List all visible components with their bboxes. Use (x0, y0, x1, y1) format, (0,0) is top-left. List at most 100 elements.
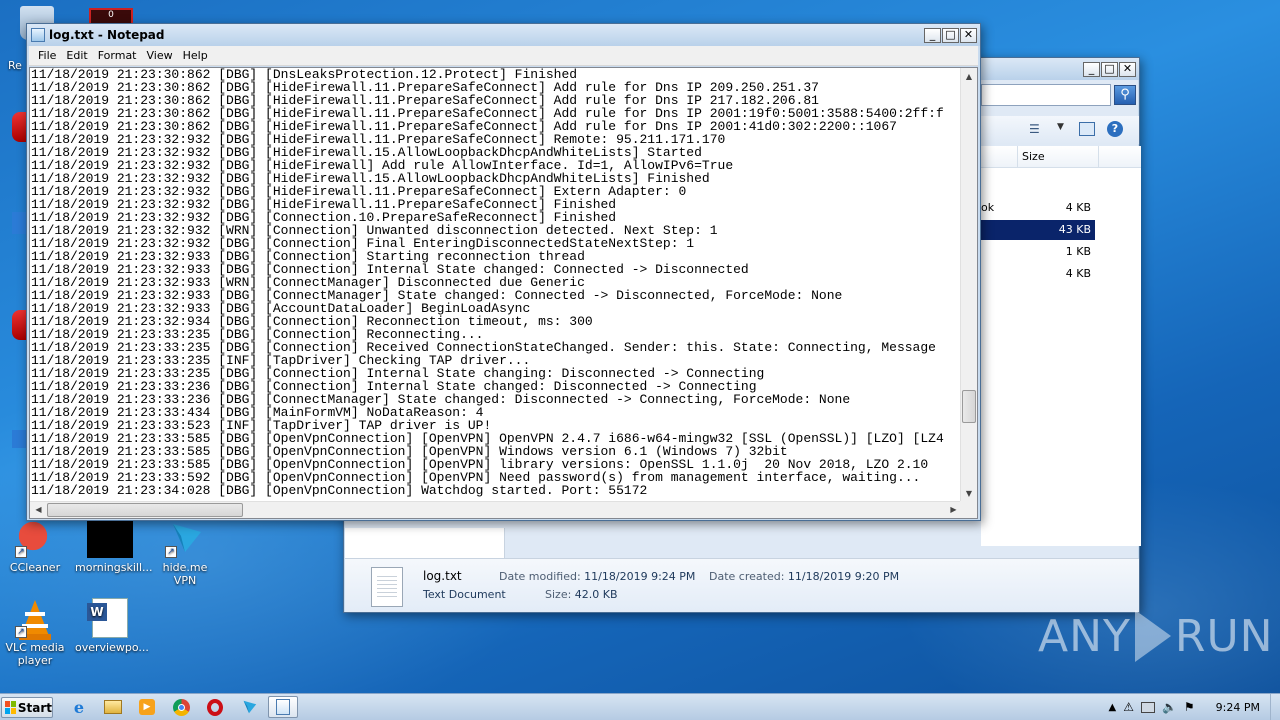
notepad-window[interactable]: log.txt - Notepad _ □ ✕ File Edit Format… (26, 23, 981, 521)
details-size-value: 42.0 KB (574, 588, 618, 601)
menu-file[interactable]: File (33, 49, 61, 62)
file-size: 4 KB (1065, 201, 1091, 214)
partial-app-icon[interactable] (12, 430, 26, 448)
file-row[interactable]: 4 KB (981, 264, 1095, 284)
file-size: 1 KB (1065, 245, 1091, 258)
shortcut-arrow-icon: ↗ (15, 546, 27, 558)
watermark-text-left: ANY (1038, 610, 1131, 662)
minimize-button[interactable]: _ (1083, 61, 1100, 77)
desktop-icon-vlc[interactable]: ↗ VLC media player (0, 598, 70, 667)
explorer-toolbar: ☰ ▼ ? (981, 116, 1139, 144)
partial-app-icon[interactable] (12, 310, 26, 340)
minimize-button[interactable]: _ (924, 27, 941, 43)
file-row[interactable]: 1 KB (981, 242, 1095, 262)
log-line: 11/18/2019 21:23:34:028 [DBG] [OpenVpnCo… (31, 483, 648, 498)
start-button[interactable]: Start (1, 697, 53, 718)
menu-format[interactable]: Format (93, 49, 142, 62)
search-box[interactable] (981, 84, 1111, 106)
black-thumbnail-icon (87, 518, 133, 558)
media-player-icon[interactable]: ▶ (132, 696, 162, 718)
details-filename: log.txt (423, 569, 462, 583)
opera-icon[interactable] (200, 696, 230, 718)
notepad-icon[interactable] (268, 696, 298, 718)
search-icon[interactable]: ⚲ (1114, 85, 1136, 105)
horizontal-scroll-thumb[interactable] (47, 503, 243, 517)
chevron-up-icon[interactable]: ▲ (1108, 702, 1116, 713)
desktop-icon-label: VLC media player (5, 641, 65, 667)
action-center-flag-icon[interactable]: ⚑ (1184, 700, 1195, 714)
partial-app-icon[interactable] (12, 112, 26, 142)
log-text-area[interactable]: 11/18/2019 21:23:30:862 [DBG] [DnsLeaksP… (30, 68, 962, 502)
column-header-size[interactable]: Size (1022, 150, 1045, 163)
network-icon[interactable] (1140, 701, 1155, 713)
horizontal-scrollbar[interactable]: ◀ ▶ (30, 501, 962, 518)
desktop-icon-hideme-vpn[interactable]: ↗ hide.me VPN (150, 518, 220, 587)
file-size: 43 KB (1058, 223, 1091, 236)
details-date-modified-label: Date modified: (499, 570, 581, 583)
desktop-icon-ccleaner[interactable]: ↗ CCleaner (0, 518, 70, 574)
window-title: log.txt - Notepad (49, 28, 165, 42)
chevron-down-icon[interactable]: ▼ (1057, 122, 1064, 132)
network-warning-icon[interactable]: ⚠ (1123, 700, 1134, 714)
shortcut-arrow-icon: ↗ (165, 546, 177, 558)
file-name: ok (981, 201, 995, 214)
file-list-header: Size (981, 146, 1141, 168)
details-pane: log.txt Text Document Date modified: 11/… (345, 558, 1139, 612)
anyrun-watermark: ANY RUN (1038, 610, 1274, 662)
volume-icon[interactable]: 🔈 (1162, 700, 1177, 714)
file-explorer-icon[interactable] (98, 696, 128, 718)
column-separator (1017, 146, 1018, 168)
file-row-selected[interactable]: 43 KB (981, 220, 1095, 240)
show-desktop-button[interactable] (1270, 694, 1280, 720)
preview-pane-icon[interactable] (1079, 122, 1095, 136)
desktop-icon-label: CCleaner (9, 561, 61, 574)
play-logo-icon (1134, 610, 1171, 662)
taskbar: Start e ▶ ▲ ⚠ 🔈 ⚑ 9:24 PM (0, 693, 1280, 720)
start-label: Start (17, 700, 52, 715)
scroll-down-icon[interactable]: ▼ (961, 485, 977, 502)
desktop-label-partial: Re (8, 59, 22, 72)
navigation-pane[interactable] (345, 528, 505, 558)
details-date-created-value: 11/18/2019 9:20 PM (787, 570, 900, 583)
desktop-icon-label: overviewpo... (75, 641, 149, 654)
text-editor[interactable]: 11/18/2019 21:23:30:862 [DBG] [DnsLeaksP… (29, 67, 978, 519)
notepad-icon (31, 28, 45, 42)
partial-app-icon[interactable] (12, 212, 26, 234)
desktop-icon-overviewpo[interactable]: W overviewpo... (75, 598, 149, 654)
chrome-icon[interactable] (166, 696, 196, 718)
hideme-vpn-icon[interactable] (234, 696, 264, 718)
vertical-scroll-thumb[interactable] (962, 390, 976, 423)
help-icon[interactable]: ? (1107, 121, 1123, 137)
clock[interactable]: 9:24 PM (1216, 701, 1260, 714)
close-button[interactable]: ✕ (960, 27, 977, 43)
system-tray: ▲ ⚠ 🔈 ⚑ 9:24 PM (1108, 694, 1280, 720)
watermark-text-right: RUN (1174, 610, 1274, 662)
resize-grip-icon[interactable] (960, 501, 977, 518)
details-date-created: Date created: 11/18/2019 9:20 PM (709, 570, 899, 583)
details-type: Text Document (423, 588, 506, 601)
maximize-button[interactable]: □ (1101, 61, 1118, 77)
desktop-icon-label: hide.me VPN (162, 561, 208, 587)
maximize-button[interactable]: □ (942, 27, 959, 43)
vertical-scrollbar[interactable]: ▲ ▼ (960, 68, 977, 502)
menu-view[interactable]: View (142, 49, 178, 62)
details-date-modified: Date modified: 11/18/2019 9:24 PM (499, 570, 695, 583)
file-size: 4 KB (1065, 267, 1091, 280)
scroll-left-icon[interactable]: ◀ (30, 502, 47, 518)
details-date-created-label: Date created: (709, 570, 785, 583)
menu-edit[interactable]: Edit (61, 49, 92, 62)
menu-bar: File Edit Format View Help (29, 46, 978, 66)
view-options-icon[interactable]: ☰ (1029, 122, 1040, 136)
desktop-icon-label: morningskill... (75, 561, 153, 574)
close-button[interactable]: ✕ (1119, 61, 1136, 77)
file-row[interactable]: ok 4 KB (981, 198, 1095, 218)
menu-help[interactable]: Help (178, 49, 213, 62)
windows-logo-icon (5, 701, 16, 714)
internet-explorer-icon[interactable]: e (64, 696, 94, 718)
recycle-counter: 0 (108, 10, 114, 20)
column-separator (1098, 146, 1099, 168)
details-size-label: Size: (545, 588, 572, 601)
scroll-up-icon[interactable]: ▲ (961, 68, 977, 85)
notepad-titlebar[interactable]: log.txt - Notepad _ □ ✕ (27, 24, 980, 46)
desktop-icon-morningskill[interactable]: morningskill... (75, 518, 153, 574)
